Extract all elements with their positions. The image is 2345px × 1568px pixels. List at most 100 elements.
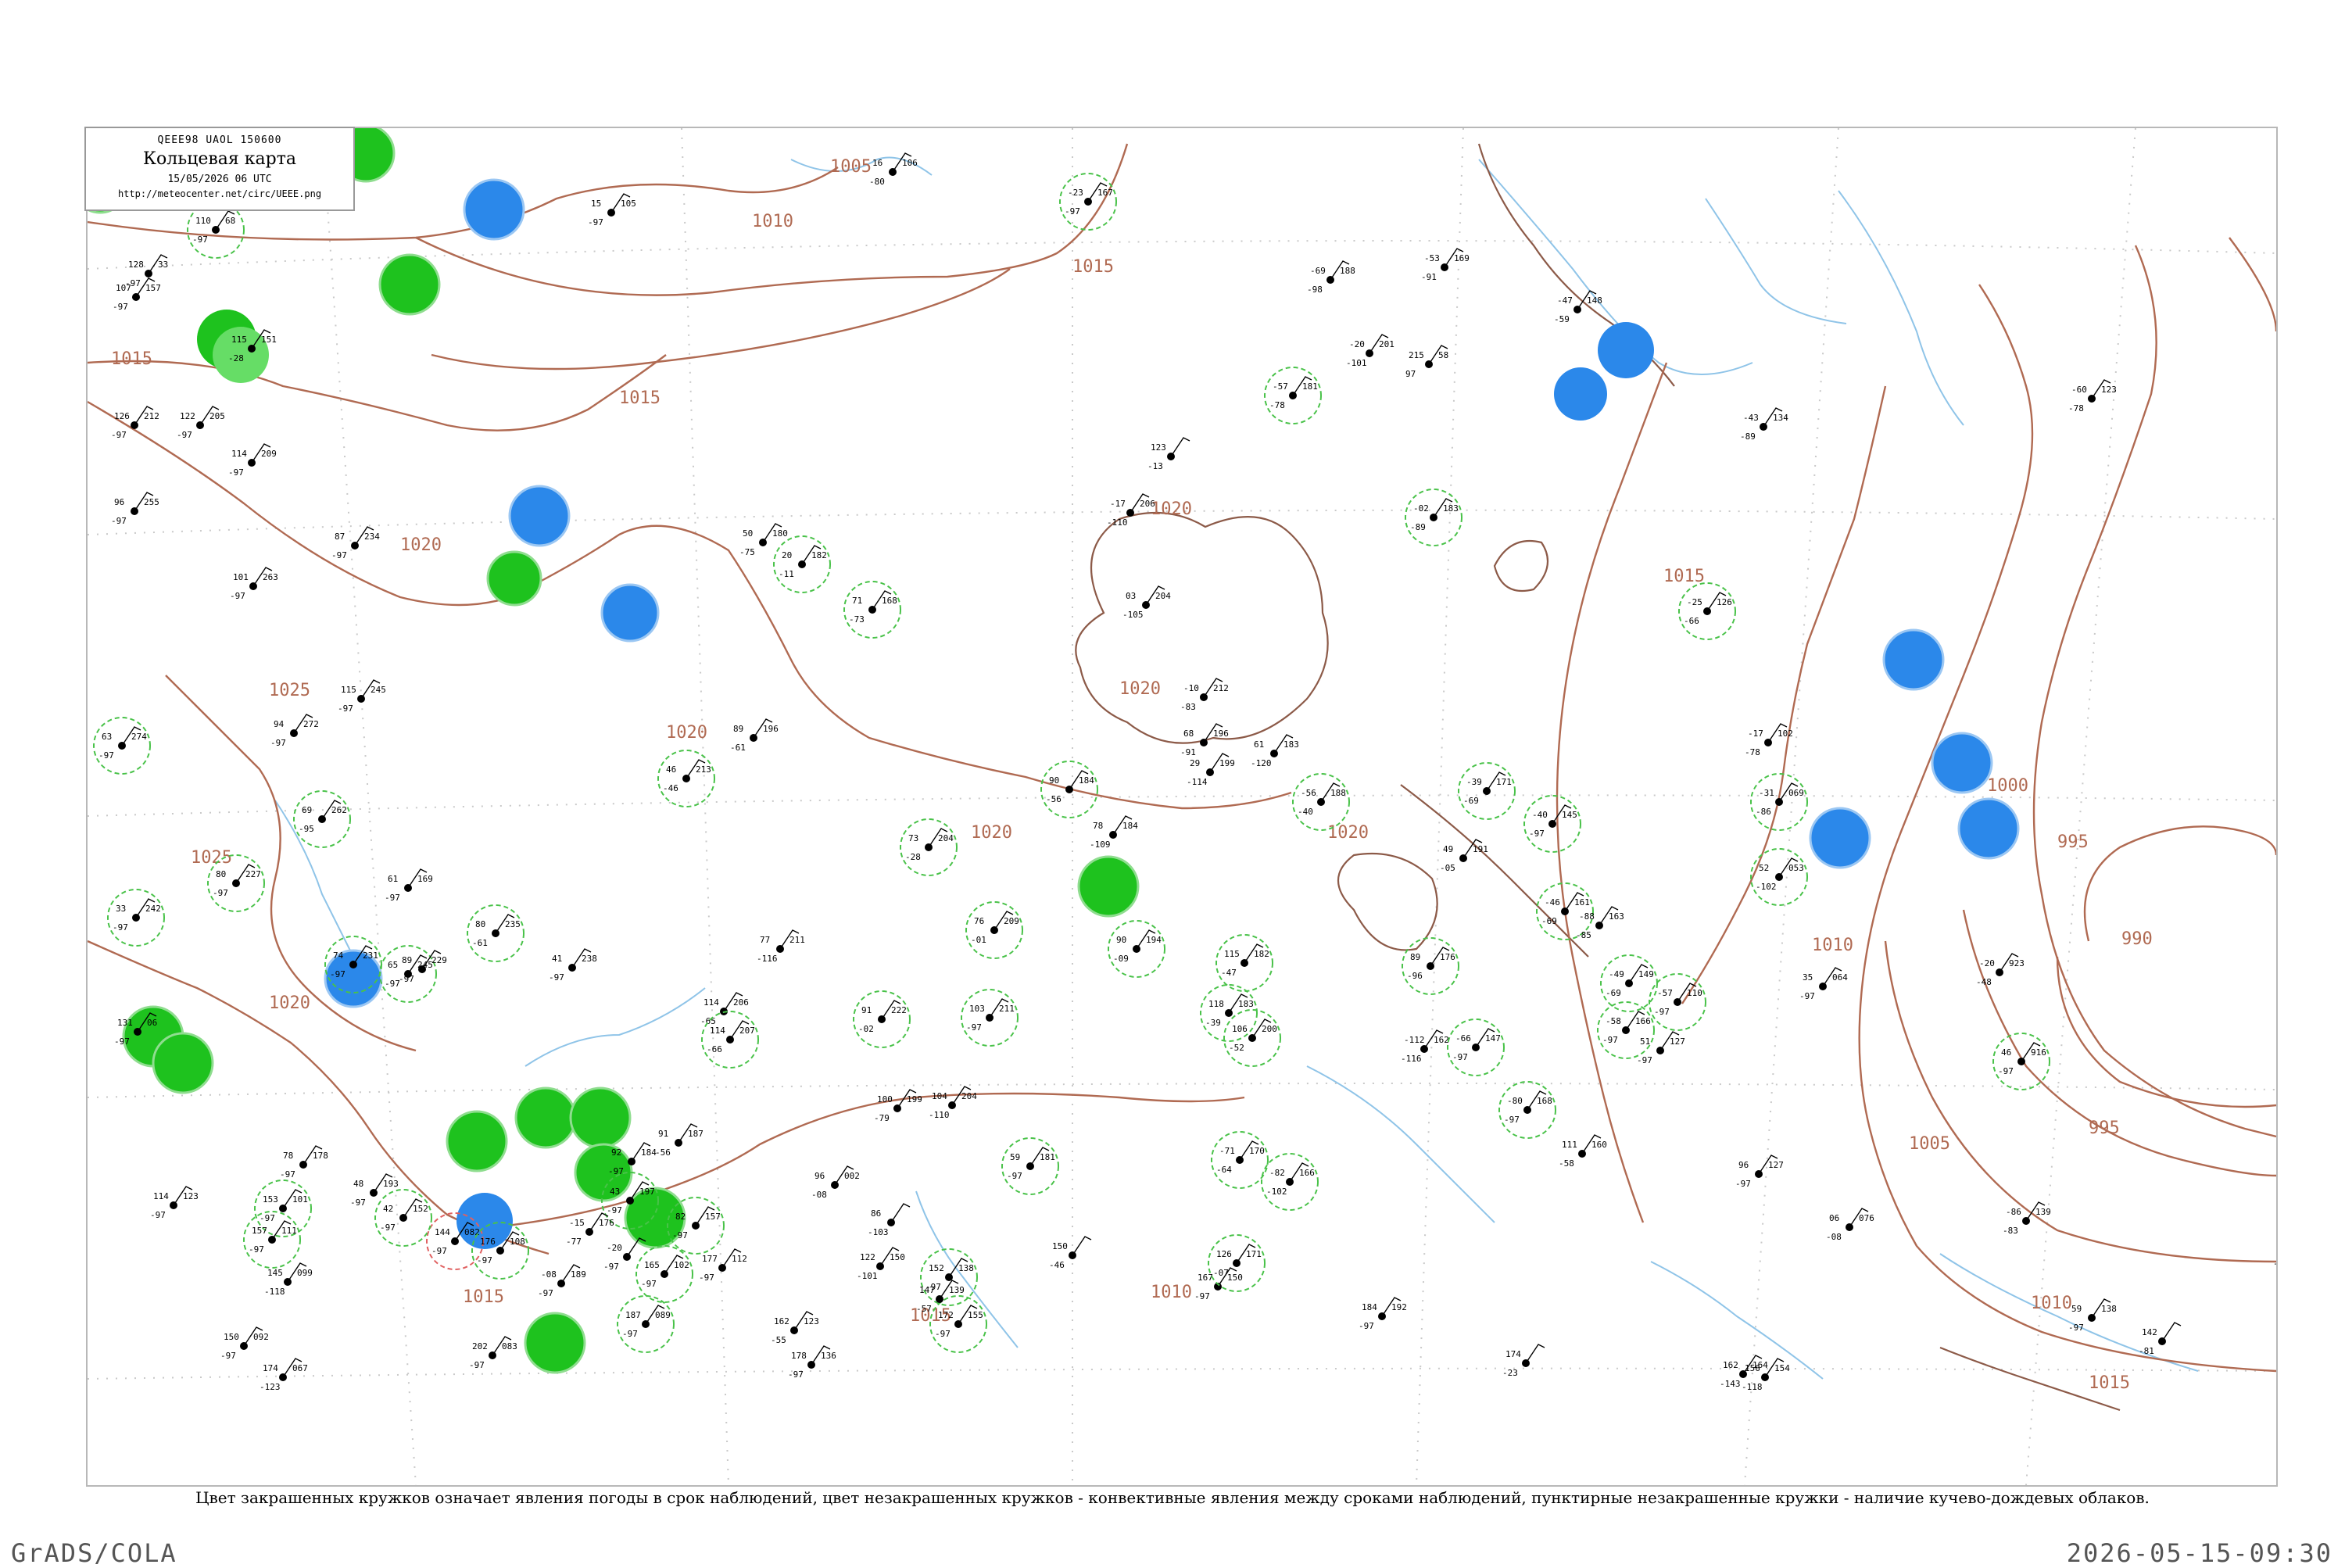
station-plot[interactable]: 187 -97 089 <box>617 1295 675 1353</box>
station-plot[interactable]: 126 -97 212 <box>111 406 159 440</box>
station-plot[interactable]: 142 -81 <box>2139 1322 2182 1356</box>
station-plot[interactable]: -10 -83 212 <box>1180 678 1229 712</box>
station-plot[interactable]: 91 -02 222 <box>853 990 911 1048</box>
station-plot[interactable]: 177 -97 112 <box>699 1248 747 1283</box>
station-plot[interactable]: 80 -61 235 <box>467 904 524 962</box>
station-plot[interactable]: 215 97 58 <box>1405 345 1448 379</box>
station-plot[interactable]: 122 -97 205 <box>177 406 225 440</box>
station-plot[interactable]: -112 -116 162 <box>1401 1029 1449 1064</box>
station-plot[interactable]: -88 -85 163 <box>1576 906 1624 940</box>
station-plot[interactable]: 78 -109 184 <box>1090 815 1138 850</box>
station-plot[interactable]: 104 -110 204 <box>929 1086 977 1120</box>
station-plot[interactable]: 15 -97 105 <box>588 193 636 227</box>
station-plot[interactable]: 61 -120 183 <box>1251 734 1299 768</box>
station-plot[interactable]: -39 -69 171 <box>1458 762 1516 820</box>
station-plot[interactable]: 174 -23 <box>1502 1344 1545 1378</box>
station-plot[interactable]: 115 -47 182 <box>1215 934 1273 992</box>
station-plot[interactable]: 101 -97 263 <box>230 567 278 601</box>
station-plot[interactable]: -60 -78 123 <box>2068 379 2117 413</box>
station-plot[interactable]: 106 -52 200 <box>1223 1009 1281 1067</box>
station-plot[interactable]: 90 -09 194 <box>1108 920 1165 978</box>
station-plot[interactable]: -53 -91 169 <box>1421 248 1470 282</box>
station-plot[interactable]: -57 -97 110 <box>1649 973 1706 1031</box>
station-plot[interactable]: 77 -116 211 <box>757 929 805 964</box>
station-plot[interactable]: 114 -66 207 <box>701 1011 759 1069</box>
station-plot[interactable]: 114 -97 123 <box>150 1186 199 1220</box>
station-plot[interactable]: 76 -01 209 <box>965 901 1023 959</box>
station-plot[interactable]: 94 -97 272 <box>270 714 319 748</box>
station-plot[interactable]: 184 -97 192 <box>1359 1297 1407 1331</box>
weather-map[interactable]: 1005 1010 1015 1015 1015 1020 1020 1020 … <box>88 128 2276 1485</box>
station-plot[interactable]: 145 -118 099 <box>264 1262 313 1297</box>
station-plot[interactable]: 61 -97 169 <box>385 868 433 903</box>
station-plot[interactable]: 33 -97 242 <box>107 889 165 947</box>
station-plot[interactable]: 78 -97 178 <box>280 1145 328 1180</box>
station-plot[interactable]: -20 -101 201 <box>1346 334 1394 368</box>
station-plot[interactable]: 123 -13 <box>1147 437 1190 471</box>
station-plot[interactable]: -40 -97 145 <box>1523 795 1581 853</box>
station-plot[interactable]: -20 -48 923 <box>1976 953 2025 987</box>
station-plot[interactable]: 91 -56 187 <box>655 1123 704 1158</box>
station-plot[interactable]: 48 -97 193 <box>350 1173 399 1208</box>
station-plot[interactable]: -25 -66 126 <box>1678 582 1736 640</box>
station-plot[interactable]: 52 -102 053 <box>1750 848 1808 906</box>
station-plot[interactable]: 118 -39 183 <box>1200 984 1258 1042</box>
station-plot[interactable]: -47 -59 148 <box>1554 290 1602 324</box>
station-plot[interactable]: -69 -98 188 <box>1307 260 1355 295</box>
station-plot[interactable]: -43 -89 134 <box>1740 407 1788 442</box>
station-plot[interactable]: 49 -05 191 <box>1440 839 1488 873</box>
station-plot[interactable]: 46 -46 213 <box>657 750 715 807</box>
station-plot[interactable]: 87 -97 234 <box>331 526 380 560</box>
station-plot[interactable]: -80 -97 168 <box>1498 1081 1556 1139</box>
station-plot[interactable]: -15 -77 176 <box>566 1212 614 1247</box>
station-plot[interactable]: 106-97152 <box>2273 1235 2276 1269</box>
station-plot[interactable]: 03 -105 204 <box>1122 585 1171 620</box>
station-plot[interactable]: 63 -97 274 <box>93 717 151 775</box>
station-plot[interactable]: -31 -86 069 <box>1750 773 1808 831</box>
station-plot[interactable]: -02 -89 183 <box>1405 489 1462 546</box>
station-plot[interactable]: 114 -97 209 <box>228 443 277 478</box>
station-plot[interactable]: 100 -79 199 <box>874 1089 922 1123</box>
station-plot[interactable]: 162 -55 123 <box>771 1311 819 1345</box>
station-plot[interactable]: 202 -97 083 <box>469 1336 517 1370</box>
station-plot[interactable]: 150 -97 092 <box>220 1326 269 1361</box>
station-plot[interactable]: 69 -95 262 <box>293 790 351 848</box>
station-plot[interactable]: 178 -97 136 <box>788 1345 836 1380</box>
station-plot[interactable]: 89 -96 176 <box>1402 937 1459 995</box>
station-plot[interactable]: 71 -73 168 <box>843 581 901 639</box>
station-plot[interactable]: 90 -56 184 <box>1040 761 1098 818</box>
station-plot[interactable]: 150 -46 <box>1049 1236 1092 1270</box>
station-plot[interactable]: 06 -08 076 <box>1826 1208 1874 1242</box>
station-plot[interactable]: 96 -97 127 <box>1735 1155 1784 1189</box>
station-plot[interactable]: 96 -97 255 <box>111 492 159 526</box>
station-plot[interactable]: 96 -08 002 <box>811 1165 860 1200</box>
station-plot[interactable]: 50 -75 180 <box>739 523 788 557</box>
station-plot[interactable]: 68 -91 196 <box>1180 723 1229 757</box>
station-plot[interactable]: 42 -97 152 <box>374 1189 432 1247</box>
station-plot[interactable]: 111 -58 160 <box>1559 1134 1607 1169</box>
station-plot[interactable]: -57 -78 181 <box>1264 367 1322 424</box>
station-plot[interactable]: -23 -97 167 <box>1059 173 1117 231</box>
station-plot[interactable]: -56 -40 188 <box>1292 773 1350 831</box>
station-plot[interactable]: 89 -97 229 <box>399 950 447 984</box>
station-plot[interactable]: 126 -07 171 <box>1208 1234 1266 1292</box>
station-plot[interactable]: 29 -114 199 <box>1187 753 1235 787</box>
station-plot[interactable]: -82 -102 166 <box>1261 1153 1319 1211</box>
station-plot[interactable]: 89 -61 196 <box>730 718 779 753</box>
station-plot[interactable]: 80 -97 227 <box>207 854 265 912</box>
station-plot[interactable]: -71 -64 170 <box>1211 1131 1269 1189</box>
station-plot[interactable]: 174 -123 067 <box>260 1358 308 1392</box>
station-plot[interactable]: 35 -97 064 <box>1799 967 1848 1001</box>
station-plot[interactable]: 86 -103 <box>868 1203 911 1237</box>
station-plot[interactable]: -86 -83 139 <box>2003 1201 2051 1236</box>
station-plot[interactable]: 20 -11 182 <box>773 535 831 593</box>
station-plot[interactable]: 51 -97 127 <box>1637 1031 1685 1065</box>
station-plot[interactable]: -66 -97 147 <box>1447 1018 1505 1076</box>
station-plot[interactable]: 122 -101 150 <box>857 1247 905 1281</box>
station-plot[interactable]: 73 -28 204 <box>900 818 958 876</box>
station-plot[interactable]: 59 -97 181 <box>1001 1137 1059 1195</box>
station-plot[interactable]: -08 -97 189 <box>538 1264 586 1298</box>
station-plot[interactable]: 103 -97 211 <box>961 989 1019 1047</box>
station-plot[interactable]: 59 -97 138 <box>2068 1298 2117 1333</box>
station-plot[interactable]: 114-65206 <box>700 992 749 1026</box>
